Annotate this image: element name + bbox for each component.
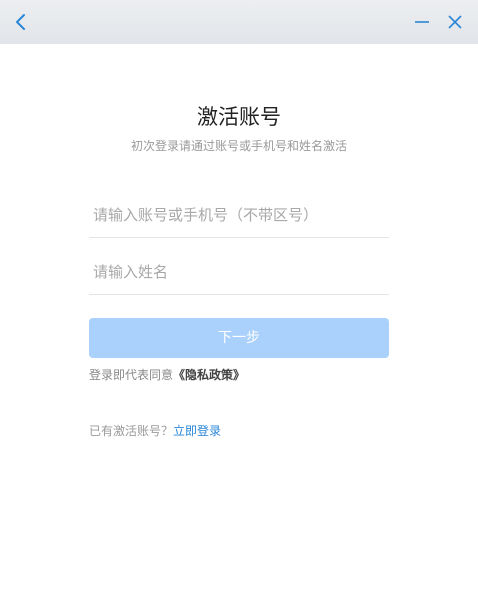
policy-prefix: 登录即代表同意 <box>89 368 174 382</box>
policy-notice: 登录即代表同意《隐私政策》 <box>89 366 245 384</box>
minimize-button[interactable] <box>407 7 437 37</box>
privacy-policy-link[interactable]: 《隐私政策》 <box>173 368 245 382</box>
name-input[interactable] <box>89 252 385 292</box>
title-bar <box>0 0 478 44</box>
login-now-link[interactable]: 立即登录 <box>173 424 221 438</box>
login-prompt-text: 已有激活账号？ <box>89 424 174 438</box>
close-icon <box>448 15 462 29</box>
chevron-left-icon <box>16 14 25 30</box>
page-subtitle: 初次登录请通过账号或手机号和姓名激活 <box>130 139 347 153</box>
name-field <box>89 250 389 295</box>
page-title: 激活账号 <box>197 105 281 129</box>
next-step-button[interactable]: 下一步 <box>89 318 389 358</box>
close-button[interactable] <box>440 7 470 37</box>
back-button[interactable] <box>6 7 36 37</box>
login-prompt-line: 已有激活账号？立即登录 <box>89 422 221 440</box>
account-input[interactable] <box>89 195 385 235</box>
activation-window: 激活账号 初次登录请通过账号或手机号和姓名激活 下一步 登录即代表同意《隐私政策… <box>0 0 478 599</box>
minimize-icon <box>415 21 429 23</box>
account-field <box>89 193 389 238</box>
